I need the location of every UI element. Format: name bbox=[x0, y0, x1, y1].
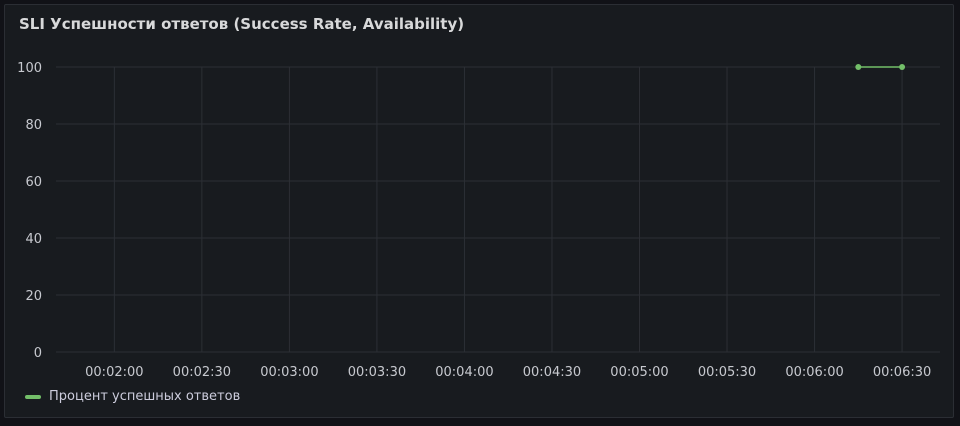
y-tick-label: 0 bbox=[34, 346, 42, 361]
data-point bbox=[855, 64, 862, 70]
x-tick-label: 00:02:30 bbox=[173, 365, 231, 380]
x-tick-label: 00:04:00 bbox=[435, 365, 493, 380]
x-tick-label: 00:04:30 bbox=[523, 365, 581, 380]
x-tick-label: 00:06:30 bbox=[873, 365, 931, 380]
data-point bbox=[899, 64, 906, 70]
y-tick-label: 80 bbox=[25, 118, 42, 133]
x-tick-label: 00:02:00 bbox=[85, 365, 143, 380]
y-tick-label: 40 bbox=[25, 232, 42, 247]
x-tick-label: 00:03:30 bbox=[348, 365, 406, 380]
y-tick-label: 20 bbox=[25, 289, 42, 304]
x-tick-label: 00:05:30 bbox=[698, 365, 756, 380]
x-tick-label: 00:06:00 bbox=[785, 365, 843, 380]
line-chart: 0 20 40 60 80 100 00:02:00 00:02:30 00:03:00 00:0… bbox=[17, 61, 940, 380]
y-tick-label: 100 bbox=[17, 61, 42, 76]
x-tick-label: 00:05:00 bbox=[610, 365, 668, 380]
x-tick-label: 00:03:00 bbox=[260, 365, 318, 380]
y-tick-label: 60 bbox=[25, 175, 42, 190]
